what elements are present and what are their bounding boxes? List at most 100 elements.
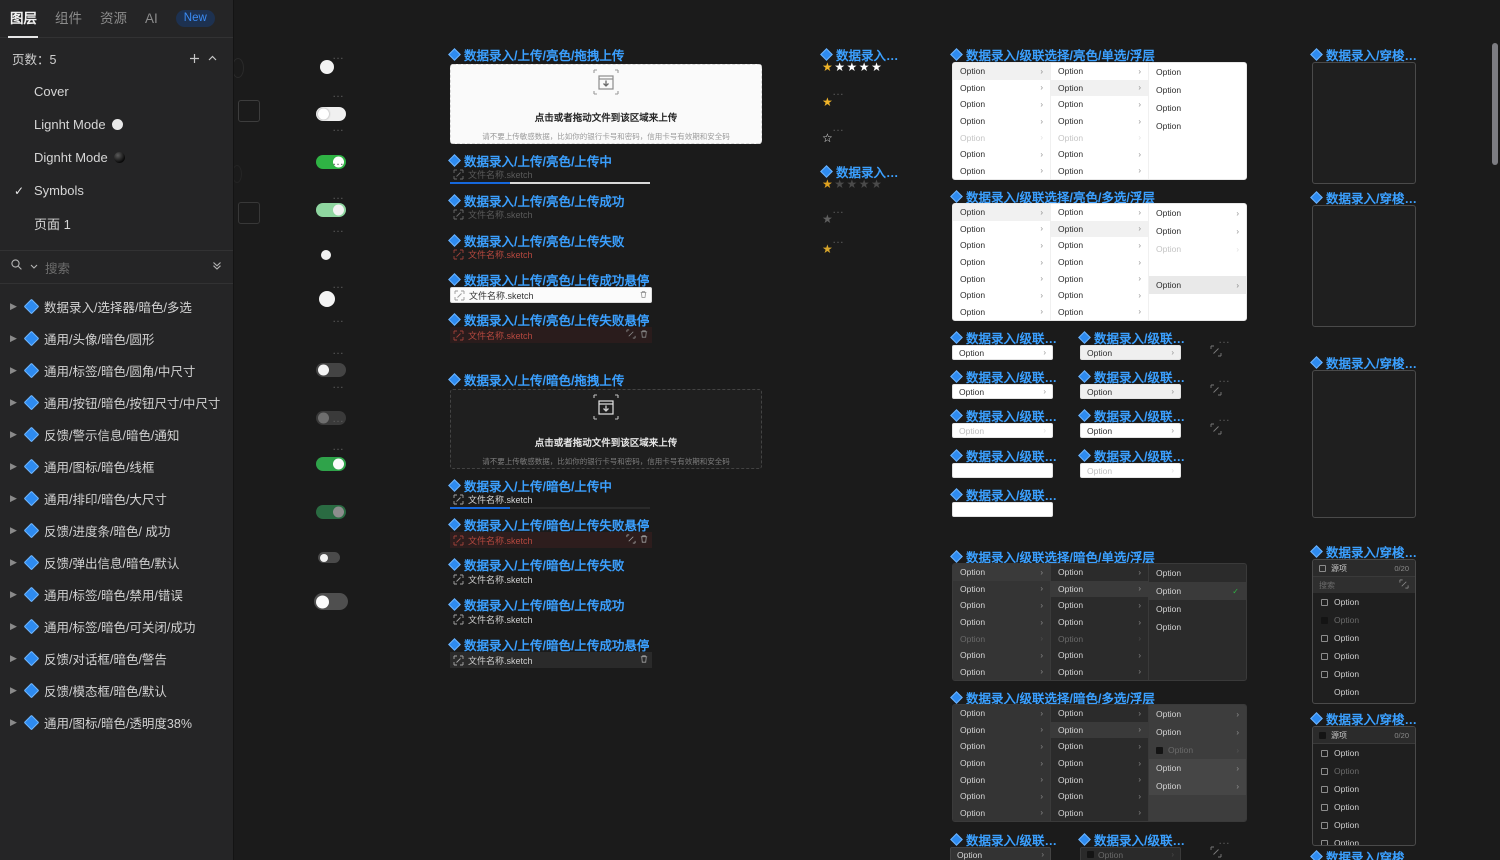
upload-light-fail-row[interactable]: 文件名称.sketch xyxy=(450,247,650,262)
upload-light-success-hover-row[interactable]: 文件名称.sketch xyxy=(450,287,652,303)
cascader-option[interactable]: Option › xyxy=(953,597,1050,614)
expand-caret-icon[interactable]: ▶ xyxy=(10,397,19,408)
cascader-option[interactable]: Option › xyxy=(1051,270,1148,287)
cascader-option[interactable]: Option › xyxy=(953,303,1050,320)
cascader-option[interactable]: Option › xyxy=(953,738,1050,755)
transfer-row[interactable]: Option xyxy=(1313,744,1415,762)
cascader-panel-dark-single[interactable]: Option › Option › Option › Option › Option › … xyxy=(952,563,1247,681)
cascader-option[interactable]: Option › xyxy=(953,705,1050,722)
transfer-row[interactable]: Option xyxy=(1313,629,1415,647)
symbol-item[interactable]: ▶ 通用/标签/暗色/可关闭/成功 xyxy=(0,610,233,642)
checkbox-icon[interactable] xyxy=(1321,767,1328,775)
transfer-row[interactable]: Option xyxy=(1313,780,1415,798)
cascader-option[interactable]: Option › xyxy=(1051,721,1148,739)
cascader-option[interactable]: Option › xyxy=(1051,204,1148,221)
cascader-option[interactable]: Option › xyxy=(953,80,1050,97)
toggle-switch-dark-on-disabled[interactable] xyxy=(316,505,346,519)
small-cascader-field[interactable]: Option › xyxy=(952,345,1053,360)
cascader-option[interactable]: Option › xyxy=(953,647,1050,664)
cascader-option[interactable]: Option xyxy=(1149,81,1246,99)
symbol-item[interactable]: ▶ 反馈/弹出信息/暗色/默认 xyxy=(0,546,233,578)
expand-caret-icon[interactable]: ▶ xyxy=(10,461,19,472)
upload-dark-success-row[interactable]: 文件名称.sketch xyxy=(450,612,650,627)
symbol-item[interactable]: ▶ 通用/标签/暗色/圆角/中尺寸 xyxy=(0,354,233,386)
transfer-row[interactable]: Option xyxy=(1313,647,1415,665)
chevron-up-icon[interactable] xyxy=(203,49,221,67)
expand-caret-icon[interactable]: ▶ xyxy=(10,557,19,568)
cascader-option[interactable]: Option › xyxy=(1051,254,1148,271)
expand-caret-icon[interactable]: ▶ xyxy=(10,653,19,664)
expand-caret-icon[interactable]: ▶ xyxy=(10,621,19,632)
cascader-option[interactable]: Option › xyxy=(1051,788,1148,805)
checkbox-icon[interactable] xyxy=(1321,839,1328,845)
transfer-row[interactable]: Option xyxy=(1313,611,1415,629)
expand-caret-icon[interactable]: ▶ xyxy=(10,525,19,536)
cascader-option[interactable]: Option › xyxy=(953,287,1050,304)
upload-dark-fail-hover-row[interactable]: 文件名称.sketch xyxy=(450,532,652,548)
swap-icon[interactable] xyxy=(1210,422,1222,435)
page-item-cover[interactable]: Cover xyxy=(0,75,233,108)
retry-icon[interactable] xyxy=(626,329,636,341)
swap-icon[interactable] xyxy=(1210,344,1222,357)
cascader-option-selected[interactable]: Option › xyxy=(1149,777,1246,795)
page-item-light-mode[interactable]: Lignht Mode xyxy=(0,108,233,141)
toggle-switch-dark-small[interactable] xyxy=(318,552,340,563)
cascader-option[interactable]: Option › xyxy=(953,804,1050,821)
cascader-option[interactable]: Option › xyxy=(953,722,1050,739)
expand-caret-icon[interactable]: ▶ xyxy=(10,493,19,504)
star-gold-icon[interactable]: ★ xyxy=(822,242,833,256)
plus-icon[interactable] xyxy=(185,49,203,67)
symbol-item[interactable]: ▶ 反馈/模态框/暗色/默认 xyxy=(0,674,233,706)
chevron-down-icon[interactable] xyxy=(29,258,39,276)
tab-resources[interactable]: 资源 xyxy=(100,1,127,37)
toggle-switch[interactable] xyxy=(319,291,335,307)
cascader-option[interactable]: Option › xyxy=(1051,738,1148,755)
cascader-option[interactable]: Option › xyxy=(1051,564,1148,581)
cascader-option[interactable]: Option › xyxy=(1051,804,1148,821)
checkbox-icon[interactable] xyxy=(1321,652,1328,660)
toggle-switch[interactable] xyxy=(321,250,331,260)
cascader-option[interactable]: Option › xyxy=(1051,220,1148,238)
cascader-panel-light-multi[interactable]: Option › Option › Option › Option › Option › … xyxy=(952,203,1247,321)
cascader-option-selected[interactable]: Option ✓ xyxy=(1149,582,1246,600)
double-chevron-down-icon[interactable] xyxy=(211,258,223,276)
tab-layers[interactable]: 图层 xyxy=(10,1,37,37)
cascader-option[interactable]: Option xyxy=(1149,618,1246,636)
cascader-option[interactable]: Option › xyxy=(1051,647,1148,664)
small-cascader-field[interactable]: Option › xyxy=(952,384,1053,399)
upload-light-success-row[interactable]: 文件名称.sketch xyxy=(450,207,650,222)
checkbox-icon[interactable] xyxy=(1321,749,1328,757)
retry-icon[interactable] xyxy=(626,534,636,546)
expand-caret-icon[interactable]: ▶ xyxy=(10,429,19,440)
small-cascader-dark-field[interactable]: Option › xyxy=(950,847,1051,860)
transfer-panel-empty[interactable] xyxy=(1312,370,1416,518)
transfer-search-input[interactable]: 搜索 xyxy=(1319,580,1335,591)
swap-icon[interactable] xyxy=(1399,579,1409,591)
transfer-panel[interactable]: 源项 0/20 Option Option Option Option Opti… xyxy=(1312,726,1416,846)
transfer-row[interactable]: Option xyxy=(1313,665,1415,683)
cascader-option[interactable]: Option › xyxy=(953,254,1050,271)
cascader-option[interactable]: Option xyxy=(1149,63,1246,81)
symbol-item[interactable]: ▶ 通用/头像/暗色/圆形 xyxy=(0,322,233,354)
cascader-panel-dark-multi[interactable]: Option › Option › Option › Option › Option › … xyxy=(952,704,1247,822)
cascader-option[interactable]: Option › xyxy=(1051,287,1148,304)
upload-dark-success-hover-row[interactable]: 文件名称.sketch xyxy=(450,652,652,668)
transfer-row[interactable]: Option xyxy=(1313,798,1415,816)
cascader-option[interactable]: Option › xyxy=(1051,580,1148,598)
rate-stars-dim[interactable]: ★★★★★ xyxy=(822,177,883,191)
cascader-option[interactable]: Option › xyxy=(953,755,1050,772)
cascader-option[interactable]: Option › xyxy=(1051,146,1148,163)
cascader-option[interactable] xyxy=(1149,258,1246,276)
expand-caret-icon[interactable]: ▶ xyxy=(10,717,19,728)
cascader-option[interactable]: Option › xyxy=(1051,303,1148,320)
expand-caret-icon[interactable]: ▶ xyxy=(10,685,19,696)
cascader-option[interactable]: Option › xyxy=(953,564,1050,581)
small-cascader-field-empty[interactable] xyxy=(952,502,1053,517)
cascader-option[interactable]: Option › xyxy=(953,663,1050,680)
canvas[interactable]: … … … … … … … … … … … … 数据录入/上传/亮色/拖拽上传 … xyxy=(234,0,1500,860)
upload-light-uploading-row[interactable]: 文件名称.sketch xyxy=(450,167,650,184)
page-item-dark-mode[interactable]: Dignht Mode xyxy=(0,141,233,174)
checkbox-icon[interactable] xyxy=(1321,598,1328,606)
symbol-item[interactable]: ▶ 通用/图标/暗色/线框 xyxy=(0,450,233,482)
cascader-option[interactable]: Option xyxy=(1149,99,1246,117)
